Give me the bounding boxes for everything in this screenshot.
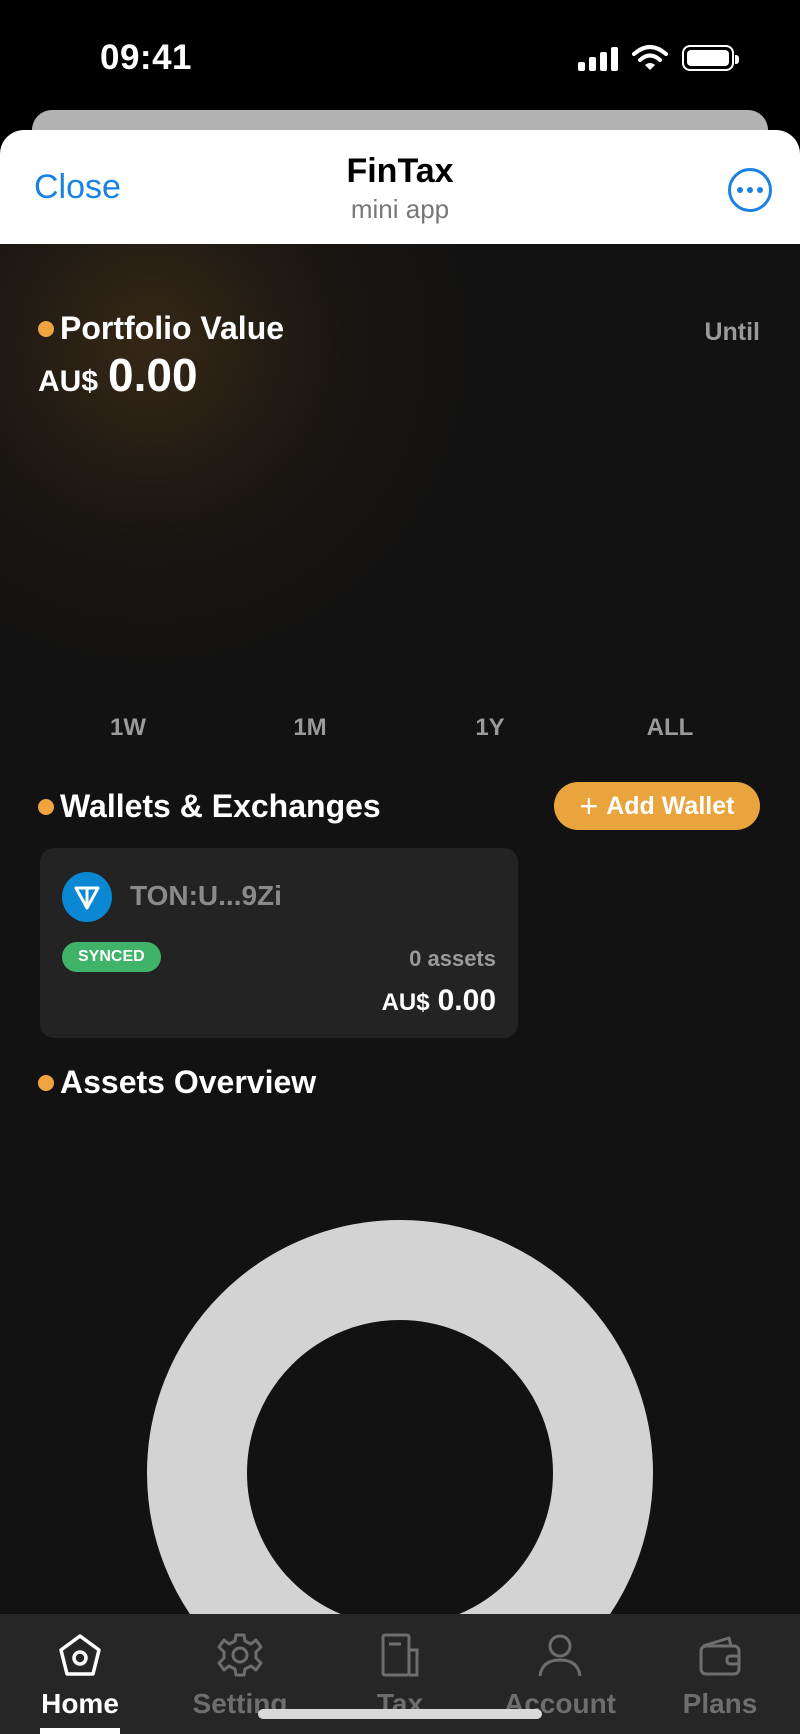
wallet-icon xyxy=(699,1636,741,1676)
main-content: Portfolio Value Until AU$ 0.00 1W 1M 1Y … xyxy=(0,244,800,1614)
range-tab-all[interactable]: ALL xyxy=(630,714,710,742)
portfolio-currency: AU$ xyxy=(38,365,99,398)
assets-title-text: Assets Overview xyxy=(60,1064,317,1100)
section-dot xyxy=(38,320,54,337)
document-icon xyxy=(381,1633,419,1677)
wallet-card[interactable]: TON:U...9Zi SYNCED 0 assets AU$ 0.00 xyxy=(40,848,518,1038)
app-title: FinTax xyxy=(346,152,454,190)
until-selector[interactable]: Until xyxy=(704,318,760,347)
user-icon xyxy=(538,1634,582,1677)
home-icon xyxy=(59,1634,101,1676)
nav-label-plans: Plans xyxy=(682,1688,758,1719)
wallet-value: AU$ 0.00 xyxy=(382,984,496,1018)
range-tab-1y[interactable]: 1Y xyxy=(450,714,530,742)
section-dot xyxy=(38,798,54,815)
range-tab-1w[interactable]: 1W xyxy=(88,714,168,742)
range-tab-1m[interactable]: 1M xyxy=(270,714,350,742)
home-indicator xyxy=(258,1709,542,1719)
add-wallet-label: Add Wallet xyxy=(606,791,735,820)
gear-icon xyxy=(217,1633,263,1677)
app-subtitle: mini app xyxy=(350,194,450,224)
add-wallet-button[interactable]: + Add Wallet xyxy=(554,782,760,830)
cellular-signal-icon xyxy=(578,45,618,71)
portfolio-section-title: Portfolio Value xyxy=(38,310,284,347)
active-indicator xyxy=(40,1728,120,1734)
status-icons xyxy=(578,44,739,72)
section-dot xyxy=(38,1074,54,1091)
ton-icon xyxy=(62,872,112,922)
nav-item-home[interactable]: Home xyxy=(0,1614,160,1734)
app-header: Close FinTax mini app xyxy=(0,130,800,244)
wallets-title-text: Wallets & Exchanges xyxy=(60,788,381,824)
wallet-amount: 0.00 xyxy=(437,984,496,1017)
assets-donut-chart xyxy=(147,1220,653,1614)
nav-item-plans[interactable]: Plans xyxy=(640,1614,800,1734)
assets-section-title: Assets Overview xyxy=(38,1064,316,1101)
more-options-button[interactable] xyxy=(728,168,772,212)
status-bar: 09:41 xyxy=(0,0,800,110)
portfolio-title-text: Portfolio Value xyxy=(60,310,285,346)
wallets-section-title: Wallets & Exchanges xyxy=(38,788,381,825)
portfolio-value: AU$ 0.00 xyxy=(38,348,198,402)
status-time: 09:41 xyxy=(100,38,193,77)
status-badge: SYNCED xyxy=(62,942,161,972)
plus-icon: + xyxy=(579,788,599,824)
wallet-currency: AU$ xyxy=(381,989,430,1016)
ellipsis-circle-icon xyxy=(737,187,743,193)
nav-label-home: Home xyxy=(41,1688,119,1719)
wallet-asset-count: 0 assets xyxy=(409,946,496,971)
portfolio-amount: 0.00 xyxy=(108,349,198,401)
battery-icon xyxy=(682,45,739,71)
wifi-icon xyxy=(632,45,668,70)
wallet-name: TON:U...9Zi xyxy=(130,880,282,911)
